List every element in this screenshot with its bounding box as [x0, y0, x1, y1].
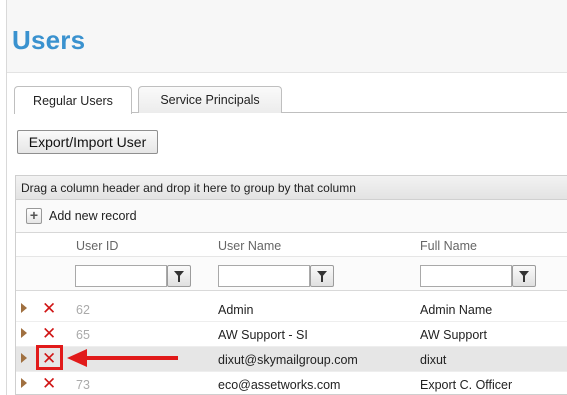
plus-icon[interactable]: +: [26, 208, 42, 224]
user-name-cell: dixut@skymailgroup.com: [218, 353, 358, 367]
full-name-cell: dixut: [420, 353, 447, 367]
filter-funnel-icon: [174, 271, 184, 282]
tab-strip: Regular Users Service Principals: [14, 86, 567, 114]
user-name-cell: eco@assetworks.com: [218, 378, 341, 392]
user-name-cell: Admin: [218, 303, 254, 317]
users-page: Users Regular Users Service Principals E…: [6, 0, 567, 395]
expand-arrow-icon[interactable]: [21, 378, 27, 388]
annotation-highlight-box: [36, 345, 63, 370]
column-header-full-name[interactable]: Full Name: [420, 239, 477, 253]
table-row[interactable]: ✕ 62 Admin Admin Name: [16, 297, 567, 322]
filter-funnel-icon: [519, 271, 529, 282]
full-name-cell: Export C. Officer: [420, 378, 513, 392]
full-name-filter-button[interactable]: [512, 265, 536, 287]
annotation-arrow-head: [67, 349, 87, 367]
table-row[interactable]: ✕ 65 AW Support - SI AW Support: [16, 322, 567, 347]
user-name-cell: AW Support - SI: [218, 328, 308, 342]
user-id-cell: 62: [76, 303, 90, 317]
delete-x-icon[interactable]: ✕: [42, 299, 56, 319]
page-title: Users: [12, 25, 86, 55]
full-name-filter-input[interactable]: [420, 265, 512, 287]
tab-service-principals[interactable]: Service Principals: [138, 86, 282, 113]
user-id-cell: 73: [76, 378, 90, 392]
full-name-cell: Admin Name: [420, 303, 493, 317]
users-grid: Drag a column header and drop it here to…: [15, 175, 567, 395]
user-name-filter-input[interactable]: [218, 265, 310, 287]
delete-x-icon[interactable]: ✕: [42, 324, 56, 344]
column-header-user-name[interactable]: User Name: [218, 239, 281, 253]
annotation-arrow-shaft: [86, 356, 178, 360]
expand-arrow-icon[interactable]: [21, 303, 27, 313]
user-id-filter-button[interactable]: [167, 265, 191, 287]
user-id-cell: 65: [76, 328, 90, 342]
table-row[interactable]: ✕ 73 eco@assetworks.com Export C. Office…: [16, 372, 567, 395]
filter-funnel-icon: [317, 271, 327, 282]
tab-regular-users[interactable]: Regular Users: [14, 86, 132, 114]
expand-arrow-icon[interactable]: [21, 328, 27, 338]
user-id-filter-input[interactable]: [75, 265, 167, 287]
expand-arrow-icon[interactable]: [21, 353, 27, 363]
filter-row: [16, 257, 567, 291]
user-name-filter-button[interactable]: [310, 265, 334, 287]
column-header-user-id[interactable]: User ID: [76, 239, 118, 253]
group-by-drop-zone[interactable]: Drag a column header and drop it here to…: [16, 176, 567, 200]
add-new-record-link[interactable]: Add new record: [49, 209, 137, 223]
delete-x-icon[interactable]: ✕: [42, 374, 56, 394]
export-import-user-button[interactable]: Export/Import User: [17, 130, 158, 154]
title-bar: Users: [7, 0, 567, 73]
full-name-cell: AW Support: [420, 328, 487, 342]
column-header-row: User ID User Name Full Name: [16, 233, 567, 257]
grid-toolbar: + Add new record: [16, 200, 567, 233]
